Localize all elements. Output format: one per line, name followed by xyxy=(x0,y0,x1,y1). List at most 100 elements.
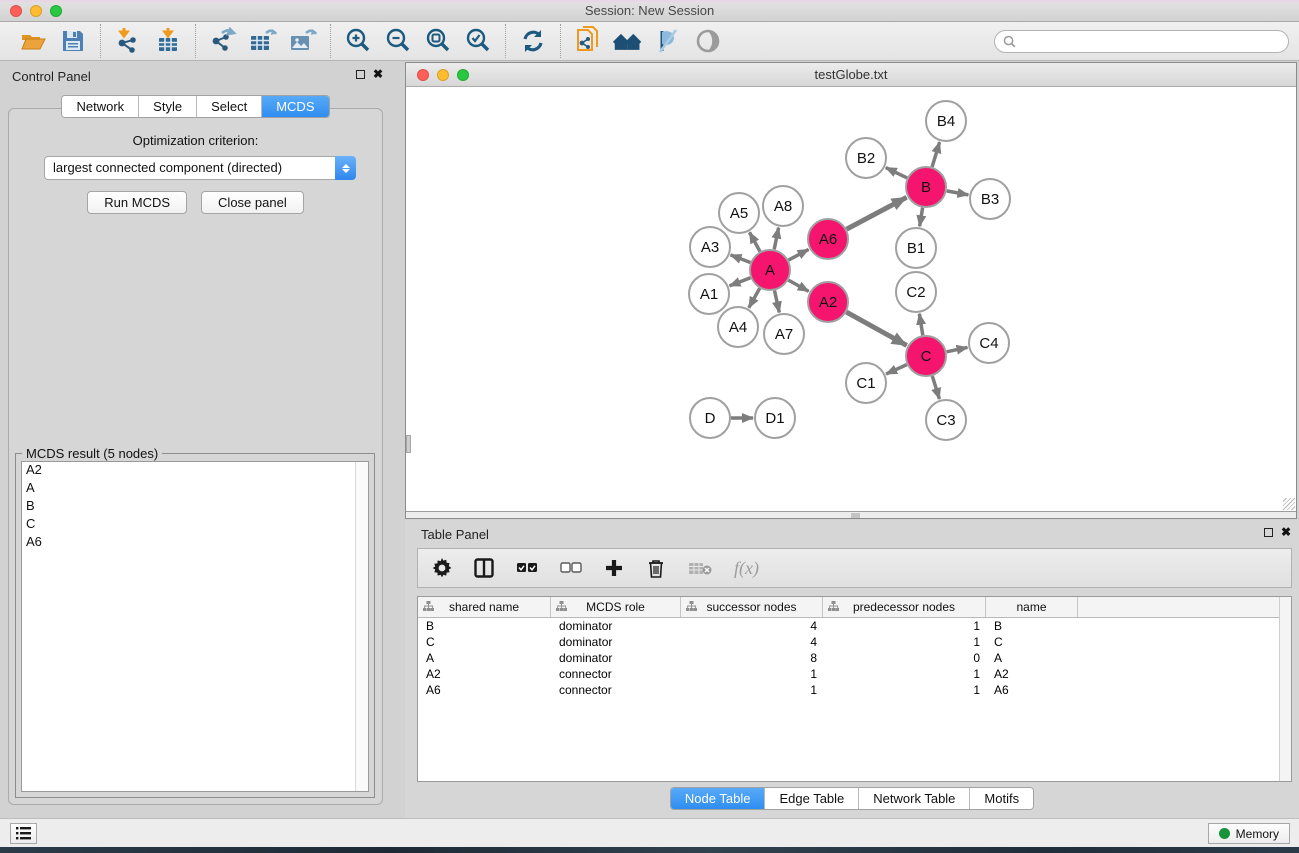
svg-text:A5: A5 xyxy=(730,205,748,222)
export-image-icon[interactable] xyxy=(288,26,318,56)
table-row[interactable]: A6connector11A6 xyxy=(418,682,1291,698)
column-header-predecessor-nodes[interactable]: predecessor nodes xyxy=(823,597,986,617)
mcds-result-item[interactable]: B xyxy=(22,498,368,516)
table-panel: Table Panel ✖ xyxy=(405,520,1299,818)
table-panel-title: Table Panel xyxy=(421,527,489,542)
network-vscroll-thumb[interactable] xyxy=(406,435,411,453)
function-builder-icon[interactable]: f(x) xyxy=(734,556,759,580)
network-window-titlebar[interactable]: testGlobe.txt xyxy=(406,63,1296,87)
export-network-icon[interactable] xyxy=(208,26,238,56)
network-canvas[interactable]: B4B2BB3A8A5A6A3B1AC2A1A2A4A7C4CC1C3DD1 xyxy=(406,87,1296,511)
task-history-button[interactable] xyxy=(10,823,37,844)
select-all-icon[interactable] xyxy=(516,556,538,580)
mcds-result-list[interactable]: A2ABCA6 xyxy=(21,461,369,792)
close-panel-button[interactable]: Close panel xyxy=(201,191,304,214)
table-row[interactable]: Bdominator41B xyxy=(418,618,1291,634)
network-hscroll-thumb[interactable] xyxy=(851,513,860,518)
tab-edge-table[interactable]: Edge Table xyxy=(765,788,859,809)
deselect-all-icon[interactable] xyxy=(560,556,582,580)
show-all-icon[interactable] xyxy=(693,26,723,56)
svg-text:B1: B1 xyxy=(907,240,925,257)
tab-select[interactable]: Select xyxy=(197,96,262,117)
table-header-row: shared nameMCDS rolesuccessor nodesprede… xyxy=(418,597,1291,618)
column-header-name[interactable]: name xyxy=(986,597,1078,617)
zoom-out-icon[interactable] xyxy=(383,26,413,56)
network-view-window: testGlobe.txt B4B2BB3A8A5A6A3B1AC2A1A2A4… xyxy=(405,62,1297,519)
svg-text:C4: C4 xyxy=(979,335,998,352)
network-graph: B4B2BB3A8A5A6A3B1AC2A1A2A4A7C4CC1C3DD1 xyxy=(406,87,1296,511)
table-cell: A6 xyxy=(418,682,551,698)
search-icon xyxy=(1003,35,1016,48)
column-header-MCDS-role[interactable]: MCDS role xyxy=(551,597,681,617)
export-table-icon[interactable] xyxy=(248,26,278,56)
mcds-result-item[interactable]: A6 xyxy=(22,534,368,552)
table-toolbar: f(x) xyxy=(417,548,1292,588)
columns-icon[interactable] xyxy=(474,556,494,580)
resize-grip-icon[interactable] xyxy=(1283,498,1295,510)
svg-text:C1: C1 xyxy=(856,375,875,392)
svg-text:A7: A7 xyxy=(775,326,793,343)
table-scrollbar[interactable] xyxy=(1279,597,1291,781)
svg-text:A1: A1 xyxy=(700,286,718,303)
table-row[interactable]: Cdominator41C xyxy=(418,634,1291,650)
control-panel-title: Control Panel xyxy=(12,69,91,84)
table-row[interactable]: Adominator80A xyxy=(418,650,1291,666)
close-table-panel-icon[interactable]: ✖ xyxy=(1281,527,1291,537)
column-header-shared-name[interactable]: shared name xyxy=(418,597,551,617)
search-input[interactable] xyxy=(1021,35,1280,49)
tab-motifs[interactable]: Motifs xyxy=(970,788,1033,809)
import-table-icon[interactable] xyxy=(153,26,183,56)
close-panel-icon[interactable]: ✖ xyxy=(373,69,383,79)
zoom-fit-icon[interactable] xyxy=(423,26,453,56)
first-neighbors-icon[interactable] xyxy=(613,26,643,56)
float-table-panel-icon[interactable] xyxy=(1264,528,1273,537)
table-cell: A xyxy=(418,650,551,666)
svg-text:B: B xyxy=(921,179,931,196)
hide-selected-icon[interactable] xyxy=(653,26,683,56)
main-toolbar xyxy=(0,22,1299,61)
memory-status-icon xyxy=(1219,828,1230,839)
run-mcds-button[interactable]: Run MCDS xyxy=(87,191,187,214)
mcds-result-item[interactable]: A xyxy=(22,480,368,498)
control-panel: Control Panel ✖ Network Style Select MCD… xyxy=(0,62,391,818)
session-title: Session: New Session xyxy=(0,3,1299,18)
tab-node-table[interactable]: Node Table xyxy=(671,788,766,809)
criterion-value: largest connected component (directed) xyxy=(44,156,335,180)
table-cell: A2 xyxy=(418,666,551,682)
optimization-criterion-label: Optimization criterion: xyxy=(9,133,382,148)
dropdown-stepper-icon xyxy=(335,156,356,180)
import-network-icon[interactable] xyxy=(113,26,143,56)
table-row[interactable]: A2connector11A2 xyxy=(418,666,1291,682)
svg-text:C: C xyxy=(921,348,932,365)
mcds-result-legend: MCDS result (5 nodes) xyxy=(22,446,162,461)
float-panel-icon[interactable] xyxy=(356,70,365,79)
add-column-icon[interactable] xyxy=(604,556,624,580)
table-cell: C xyxy=(418,634,551,650)
memory-button[interactable]: Memory xyxy=(1208,823,1290,844)
node-table[interactable]: shared nameMCDS rolesuccessor nodesprede… xyxy=(417,596,1292,782)
delete-table-icon[interactable] xyxy=(688,556,712,580)
clone-network-icon[interactable] xyxy=(573,26,603,56)
settings-gear-icon[interactable] xyxy=(432,556,452,580)
refresh-icon[interactable] xyxy=(518,26,548,56)
search-field[interactable] xyxy=(994,30,1289,53)
network-hscroll[interactable] xyxy=(406,511,1296,518)
delete-column-icon[interactable] xyxy=(646,556,666,580)
mcds-result-item[interactable]: C xyxy=(22,516,368,534)
tab-style[interactable]: Style xyxy=(139,96,197,117)
tab-mcds[interactable]: MCDS xyxy=(262,96,328,117)
save-session-icon[interactable] xyxy=(58,26,88,56)
column-header-successor-nodes[interactable]: successor nodes xyxy=(681,597,823,617)
table-cell: 1 xyxy=(823,618,986,634)
mcds-list-scrollbar[interactable] xyxy=(355,462,368,791)
tab-network[interactable]: Network xyxy=(62,96,139,117)
table-cell: 0 xyxy=(823,650,986,666)
zoom-selected-icon[interactable] xyxy=(463,26,493,56)
zoom-in-icon[interactable] xyxy=(343,26,373,56)
open-file-icon[interactable] xyxy=(18,26,48,56)
table-cell: dominator xyxy=(551,618,681,634)
svg-text:A: A xyxy=(765,262,775,279)
criterion-dropdown[interactable]: largest connected component (directed) xyxy=(44,156,356,180)
tab-network-table[interactable]: Network Table xyxy=(859,788,970,809)
mcds-result-item[interactable]: A2 xyxy=(22,462,368,480)
